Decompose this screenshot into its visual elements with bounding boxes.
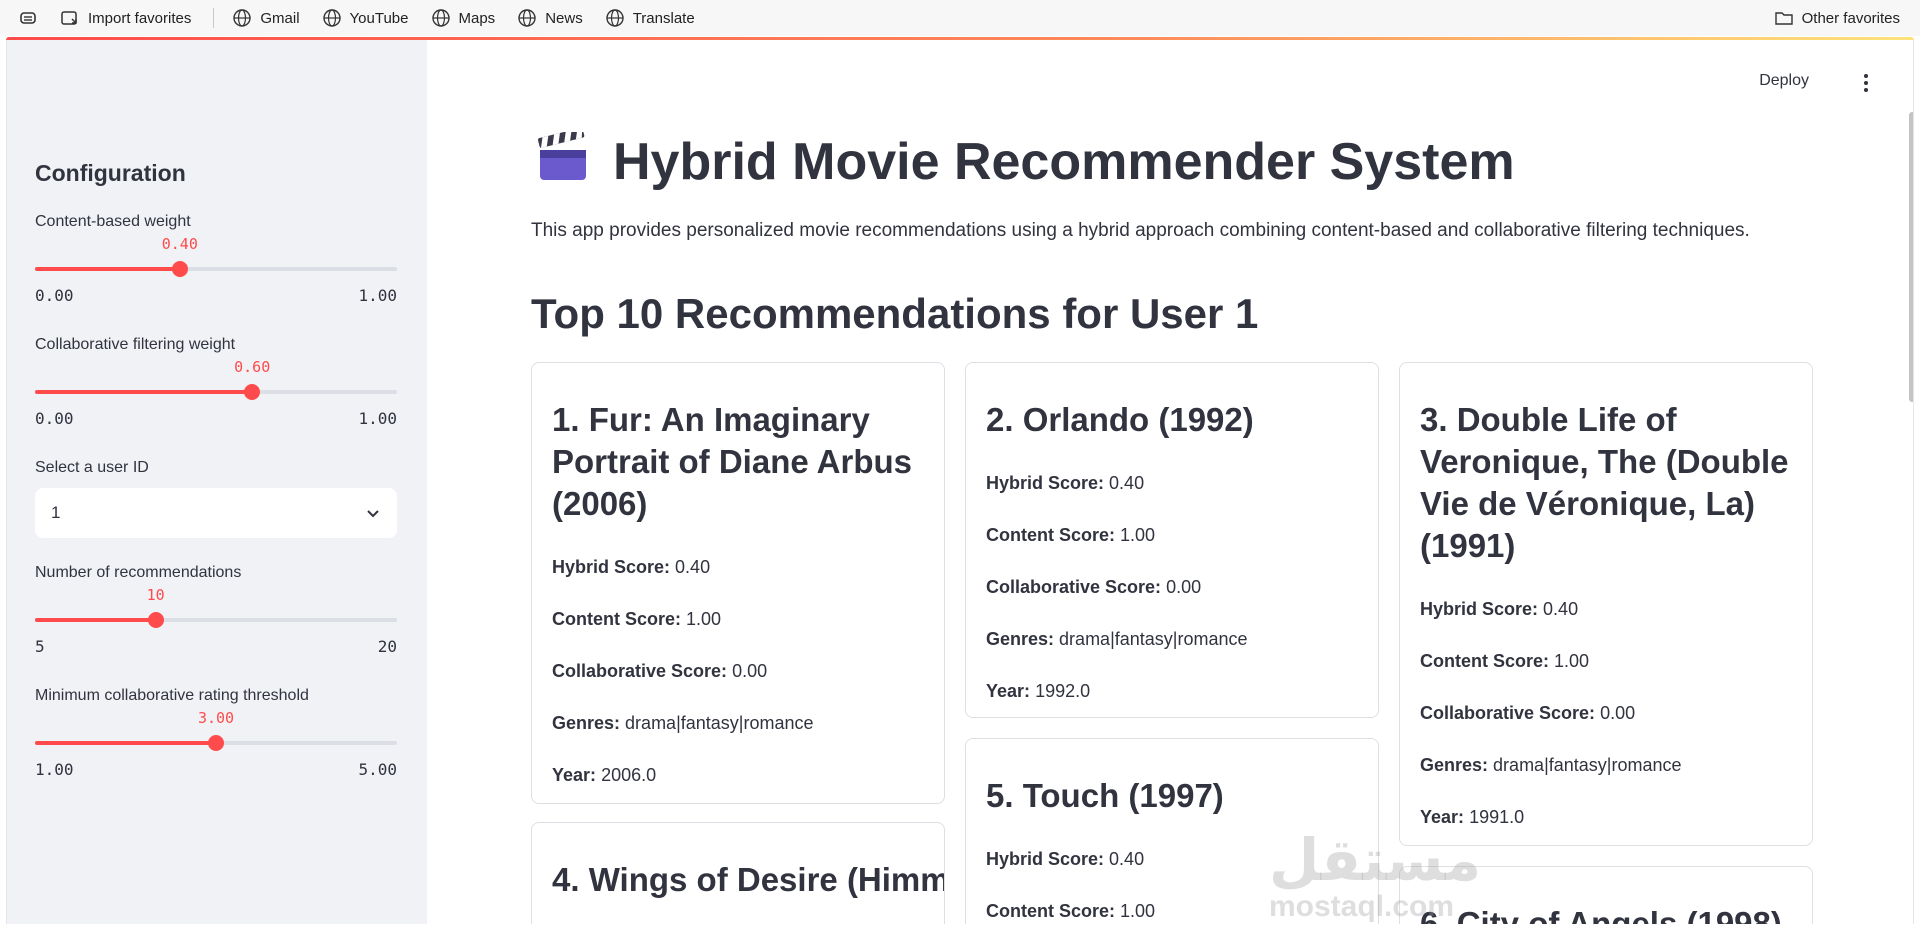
user-id-select[interactable]: 1	[35, 488, 397, 538]
slider-thumb[interactable]	[244, 384, 261, 400]
scrollbar[interactable]	[1909, 112, 1913, 402]
recommendation-card: 3. Double Life of Veronique, The (Double…	[1399, 362, 1813, 846]
num-recs-label: Number of recommendations	[35, 564, 242, 581]
slider-value: 10	[146, 586, 165, 604]
select-value: 1	[51, 503, 61, 522]
card-title: 2. Orlando (1992)	[986, 401, 1254, 438]
sidebar: Configuration Content-based weight 0.40 …	[7, 40, 427, 924]
slider-fill	[35, 741, 216, 745]
genres: Genres: drama|fantasy|romance	[1420, 755, 1682, 775]
slider-max: 20	[377, 637, 397, 656]
main-content: Deploy Hybrid Movie Recommender System T…	[427, 40, 1913, 924]
slider-fill	[35, 618, 156, 622]
slider-value: 0.60	[234, 358, 271, 376]
slider-max: 1.00	[358, 286, 397, 305]
card-title: 1. Fur: An Imaginary Portrait of Diane A…	[552, 401, 912, 522]
slider-value: 0.40	[161, 235, 198, 253]
clapperboard-icon	[538, 132, 586, 180]
content-weight-slider[interactable]: 0.40	[35, 235, 397, 277]
year: Year: 2006.0	[552, 765, 657, 785]
section-title: Top 10 Recommendations for User 1	[531, 290, 1259, 337]
slider-thumb[interactable]	[147, 612, 164, 628]
sidebar-title: Configuration	[35, 160, 186, 186]
app-frame: Configuration Content-based weight 0.40 …	[6, 40, 1914, 924]
import-icon	[61, 11, 77, 25]
content-weight-label: Content-based weight	[35, 213, 191, 230]
collab-score: Collaborative Score: 0.00	[552, 661, 768, 681]
card-title: 5. Touch (1997)	[986, 777, 1224, 814]
slider-thumb[interactable]	[208, 735, 224, 751]
bookmarks-bar: Import favorites Gmail YouTube Maps News…	[0, 0, 1920, 36]
globe-icon	[606, 9, 624, 27]
folder-icon	[1774, 12, 1793, 25]
collab-score: Collaborative Score: 0.00	[1420, 703, 1636, 723]
deploy-button[interactable]: Deploy	[1759, 72, 1809, 90]
slider-fill	[35, 267, 180, 271]
collab-weight-slider[interactable]: 0.60	[35, 358, 397, 400]
slider-min: 1.00	[35, 760, 74, 779]
content-score: Content Score: 1.00	[552, 609, 722, 629]
page-title: Hybrid Movie Recommender System	[613, 133, 1515, 191]
threshold-label: Minimum collaborative rating threshold	[35, 687, 309, 704]
user-select-label: Select a user ID	[35, 459, 149, 476]
threshold-slider[interactable]: 3.00	[35, 709, 397, 751]
bookmark-gmail[interactable]: Gmail	[232, 8, 300, 28]
watermark: مستقل mostaql.com	[1269, 828, 1482, 924]
slider-min: 0.00	[35, 409, 74, 428]
recommendation-card: 2. Orlando (1992) Hybrid Score: 0.40 Con…	[965, 362, 1379, 718]
globe-icon	[518, 9, 536, 27]
collab-score: Collaborative Score: 0.00	[986, 577, 1202, 597]
bookmark-label: News	[545, 9, 583, 27]
genres: Genres: drama|fantasy|romance	[552, 713, 814, 733]
slider-min: 5	[35, 637, 45, 656]
hybrid-score: Hybrid Score: 0.40	[986, 473, 1145, 493]
bookmark-import-favorites[interactable]: Import favorites	[60, 8, 191, 28]
slider-max: 5.00	[358, 760, 397, 779]
slider-min: 0.00	[35, 286, 74, 305]
slider-fill	[35, 390, 253, 394]
card-title: 3. Double Life of Veronique, The (Double…	[1420, 401, 1789, 564]
content-score: Content Score: 1.00	[986, 525, 1156, 545]
bookmark-maps[interactable]: Maps	[431, 8, 496, 28]
page-description: This app provides personalized movie rec…	[531, 220, 1750, 241]
globe-icon	[322, 9, 341, 27]
bookmark-label: Gmail	[260, 9, 300, 27]
globe-icon	[233, 9, 252, 27]
bookmark-label: Maps	[458, 9, 496, 27]
card-title: 4. Wings of Desire (Himmel über Berlin	[552, 861, 945, 898]
main-menu-icon[interactable]	[1863, 74, 1869, 92]
bookmark-label: Import favorites	[88, 9, 192, 27]
recommendation-card: 4. Wings of Desire (Himmel über Berlin	[531, 822, 945, 924]
tab-actions-icon[interactable]	[18, 8, 38, 28]
slider-value: 3.00	[197, 709, 235, 727]
bookmark-youtube[interactable]: YouTube	[322, 8, 409, 28]
bookmark-news[interactable]: News	[517, 8, 583, 28]
bookmark-translate[interactable]: Translate	[605, 8, 695, 28]
bookmark-label: Translate	[632, 9, 695, 27]
recommendation-card: 1. Fur: An Imaginary Portrait of Diane A…	[531, 362, 945, 804]
bookmark-other-favorites[interactable]: Other favorites	[1774, 8, 1900, 28]
globe-icon	[431, 9, 450, 27]
bookmark-label: Other favorites	[1801, 9, 1900, 27]
genres: Genres: drama|fantasy|romance	[986, 629, 1248, 649]
divider	[213, 8, 215, 28]
chevron-down-icon	[367, 510, 379, 518]
year: Year: 1992.0	[986, 681, 1091, 701]
slider-max: 1.00	[358, 409, 397, 428]
hybrid-score: Hybrid Score: 0.40	[1420, 599, 1579, 619]
bookmark-label: YouTube	[349, 9, 409, 27]
collab-weight-label: Collaborative filtering weight	[35, 336, 236, 353]
hybrid-score: Hybrid Score: 0.40	[552, 557, 711, 577]
slider-thumb[interactable]	[171, 261, 188, 277]
num-recs-slider[interactable]: 10	[35, 586, 397, 628]
content-score: Content Score: 1.00	[1420, 651, 1590, 671]
